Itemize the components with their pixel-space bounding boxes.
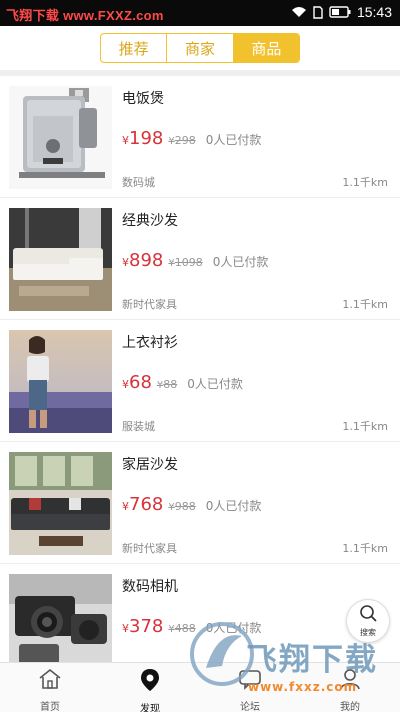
nav-profile[interactable]: 我的 [300,663,400,712]
product-row[interactable]: 家居沙发 ¥ 768 ¥ 988 0人已付款 新时代家具 1.1千km [0,442,400,564]
segmented-tabs: 推荐 商家 商品 [100,33,300,63]
search-icon [359,604,377,626]
distance: 1.1千km [342,420,388,433]
product-row[interactable]: 经典沙发 ¥ 898 ¥ 1098 0人已付款 新时代家具 1.1千km [0,198,400,320]
tab-recommend[interactable]: 推荐 [101,34,168,62]
product-image [9,330,112,433]
currency-symbol: ¥ [122,500,129,513]
shop-name: 数码城 [122,176,155,189]
product-price: 198 [129,128,164,149]
product-price: 768 [129,494,164,515]
paid-count: 0人已付款 [212,255,269,269]
distance: 1.1千km [342,176,388,189]
currency-symbol: ¥ [122,256,129,269]
original-price: 988 [174,500,196,513]
battery-icon [329,6,351,18]
search-fab-button[interactable]: 搜索 [346,599,390,643]
search-fab-label: 搜索 [360,628,376,637]
shop-name: 新时代家具 [122,542,177,555]
bottom-nav: 首页 发现 论坛 我的 [0,662,400,712]
product-row[interactable]: 电饭煲 ¥ 198 ¥ 298 0人已付款 数码城 1.1千km [0,76,400,198]
product-price: 378 [129,616,164,637]
tab-products[interactable]: 商品 [233,34,299,62]
product-name: 经典沙发 [122,213,178,229]
status-bar: 飞翔下载 www.FXXZ.com 15:43 [0,0,400,26]
price-line: ¥ 68 ¥ 88 0人已付款 [122,372,243,393]
product-image [9,208,112,311]
watermark-top-text: 飞翔下载 www.FXXZ.com [6,8,164,23]
original-price: 298 [174,134,196,147]
nav-forum[interactable]: 论坛 [200,663,300,712]
wifi-icon [291,6,307,18]
price-line: ¥ 898 ¥ 1098 0人已付款 [122,250,268,271]
tab-merchants[interactable]: 商家 [167,34,234,62]
shop-name: 新时代家具 [122,298,177,311]
paid-count: 0人已付款 [187,377,243,391]
product-price: 68 [129,372,152,393]
top-bar: 推荐 商家 商品 [0,26,400,70]
product-image [9,86,112,189]
nav-profile-label: 我的 [340,702,360,712]
currency-symbol: ¥ [122,622,129,635]
nav-home-label: 首页 [40,702,60,712]
home-icon [38,668,62,694]
sim-icon [313,5,323,19]
price-line: ¥ 198 ¥ 298 0人已付款 [122,128,261,149]
distance: 1.1千km [342,542,388,555]
original-price: 88 [163,378,178,391]
original-price: 488 [174,622,196,635]
price-line: ¥ 378 ¥ 488 0人已付款 [122,616,261,637]
product-row[interactable]: 上衣衬衫 ¥ 68 ¥ 88 0人已付款 服装城 1.1千km [0,320,400,442]
product-name: 家居沙发 [122,457,178,473]
location-pin-icon [138,668,162,696]
product-name: 电饭煲 [122,91,164,107]
currency-symbol: ¥ [122,134,129,147]
distance: 1.1千km [342,298,388,311]
currency-symbol: ¥ [122,378,129,391]
paid-count: 0人已付款 [205,621,262,635]
paid-count: 0人已付款 [205,499,262,513]
forum-icon [238,668,262,694]
product-list: 电饭煲 ¥ 198 ¥ 298 0人已付款 数码城 1.1千km 经典沙发 ¥ … [0,76,400,686]
nav-discover[interactable]: 发现 [100,663,200,712]
status-time: 15:43 [356,4,392,20]
nav-forum-label: 论坛 [240,702,260,712]
profile-icon [338,668,362,694]
product-name: 上衣衬衫 [122,335,178,351]
status-icons: 15:43 [291,4,392,20]
product-price: 898 [129,250,164,271]
price-line: ¥ 768 ¥ 988 0人已付款 [122,494,261,515]
product-name: 数码相机 [122,579,178,595]
shop-name: 服装城 [122,420,155,433]
paid-count: 0人已付款 [205,133,262,147]
nav-home[interactable]: 首页 [0,663,100,712]
nav-discover-label: 发现 [140,704,160,712]
product-image [9,452,112,555]
original-price: 1098 [174,256,203,269]
